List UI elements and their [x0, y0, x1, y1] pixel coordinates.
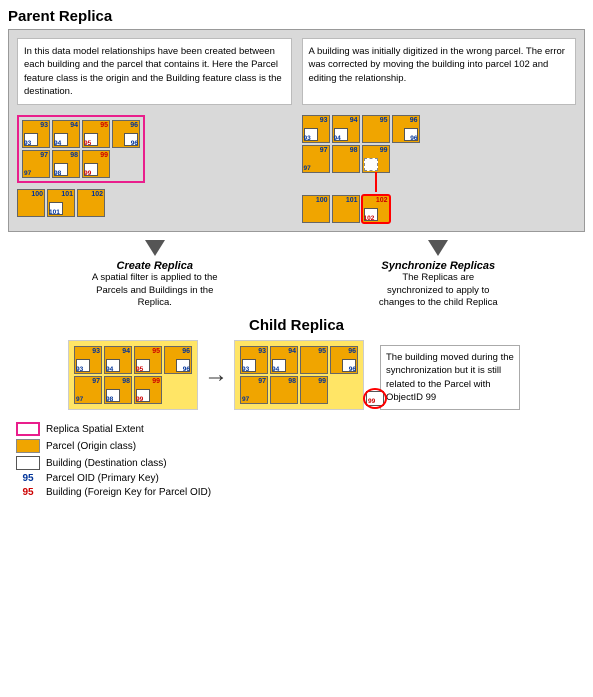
- child-replica-section: Child Replica 93 93 94 94 95: [8, 317, 585, 410]
- r-parcel-99: 99: [362, 145, 390, 173]
- parent-replica-box: In this data model relationships have be…: [8, 29, 585, 232]
- c-parcel-93: 93 93: [74, 346, 102, 374]
- parcel-98: 98 98: [52, 150, 80, 178]
- parcel-102: 102: [77, 189, 105, 217]
- cr-parcel-97: 97 97: [240, 376, 268, 404]
- red-circle-102: [361, 194, 391, 224]
- lower-parcels-left: 100 101 101 102: [17, 189, 292, 217]
- arrow-right-title: Synchronize Replicas: [381, 260, 495, 272]
- legend-parcel-oid-num: 95: [16, 473, 40, 484]
- child-row1: 93 93 94 94 95 95 96: [74, 346, 192, 374]
- c-parcel-96: 96 96: [164, 346, 192, 374]
- parcel-row-2: 97 97 98 98 99 99: [22, 150, 140, 178]
- cr-parcel-95: 95: [300, 346, 328, 374]
- legend-building-label: Building (Destination class): [46, 458, 167, 469]
- arrow-left-title: Create Replica: [117, 260, 193, 272]
- parcel-96: 96 96: [112, 120, 140, 148]
- r-parcel-95: 95: [362, 115, 390, 143]
- child-left-diagram: 93 93 94 94 95 95 96: [68, 340, 198, 410]
- arrow-left-block: Create Replica A spatial filter is appli…: [18, 240, 292, 309]
- arrow-right-down: [428, 240, 448, 256]
- callout-box: The building moved during the synchroniz…: [380, 345, 520, 410]
- legend-item-spatial: Replica Spatial Extent: [16, 422, 585, 436]
- lower-parcels-right: 100 101 102 102: [302, 195, 577, 223]
- c-parcel-94: 94 94: [104, 346, 132, 374]
- parcel-93: 93 93: [22, 120, 50, 148]
- left-diagram-group: 93 93 94 94 95 95: [17, 115, 292, 217]
- cr-parcel-99: 99: [300, 376, 328, 404]
- arrows-section: Create Replica A spatial filter is appli…: [8, 240, 585, 309]
- c-parcel-97: 97 97: [74, 376, 102, 404]
- c-parcel-95: 95 95: [134, 346, 162, 374]
- c-parcel-99: 99 99: [134, 376, 162, 404]
- parcel-97: 97 97: [22, 150, 50, 178]
- cr-parcel-96: 96 96: [330, 346, 358, 374]
- cr-parcel-98: 98: [270, 376, 298, 404]
- r-parcel-96: 96 96: [392, 115, 420, 143]
- legend-parcel-label: Parcel (Origin class): [46, 441, 136, 452]
- parcel-94: 94 94: [52, 120, 80, 148]
- child-content: 93 93 94 94 95 95 96: [68, 340, 585, 410]
- cr-row2: 97 97 98 99: [240, 376, 358, 404]
- arrow-right-text: The Replicas are synchronized to apply t…: [373, 272, 503, 309]
- legend-building-icon: [16, 456, 40, 470]
- r-parcel-97: 97 97: [302, 145, 330, 173]
- parent-replica-title: Parent Replica: [8, 8, 585, 25]
- r-parcel-94: 94 94: [332, 115, 360, 143]
- right-parcel-row-2: 97 97 98 99: [302, 145, 577, 173]
- cr-row1: 93 93 94 94 95 96: [240, 346, 358, 374]
- child-right-area: 93 93 94 94 95 96: [234, 340, 364, 410]
- r-parcel-93: 93 93: [302, 115, 330, 143]
- info-box-right: A building was initially digitized in th…: [302, 38, 577, 105]
- legend-item-building-fk: 95 Building (Foreign Key for Parcel OID): [16, 487, 585, 498]
- parcel-row-1: 93 93 94 94 95 95: [22, 120, 140, 148]
- parcel-99: 99 99: [82, 150, 110, 178]
- legend-section: Replica Spatial Extent Parcel (Origin cl…: [16, 422, 585, 498]
- right-diagram-group: 93 93 94 94 95 96 96: [302, 115, 577, 223]
- right-parcel-row-1: 93 93 94 94 95 96 96: [302, 115, 577, 143]
- parcel-101: 101 101: [47, 189, 75, 217]
- legend-item-building: Building (Destination class): [16, 456, 585, 470]
- c-parcel-98: 98 98: [104, 376, 132, 404]
- legend-spatial-icon: [16, 422, 40, 436]
- building-outside: 99: [366, 391, 384, 406]
- legend-parcel-oid-label: Parcel OID (Primary Key): [46, 473, 159, 484]
- legend-item-parcel-oid: 95 Parcel OID (Primary Key): [16, 473, 585, 484]
- info-box-left: In this data model relationships have be…: [17, 38, 292, 105]
- parent-diagrams-row: 93 93 94 94 95 95: [17, 115, 576, 223]
- child-row2: 97 97 98 98 99 99: [74, 376, 192, 404]
- parent-top-row: In this data model relationships have be…: [17, 38, 576, 105]
- r-parcel-102: 102 102: [362, 195, 390, 223]
- legend-parcel-icon: [16, 439, 40, 453]
- arrow-right-block: Synchronize Replicas The Replicas are sy…: [302, 240, 576, 309]
- arrow-left-text: A spatial filter is applied to the Parce…: [90, 272, 220, 309]
- arrow-left-down: [145, 240, 165, 256]
- cr-parcel-94: 94 94: [270, 346, 298, 374]
- r-parcel-98: 98: [332, 145, 360, 173]
- legend-item-parcel: Parcel (Origin class): [16, 439, 585, 453]
- red-line: [375, 172, 377, 192]
- parcel-100: 100: [17, 189, 45, 217]
- legend-building-fk-label: Building (Foreign Key for Parcel OID): [46, 487, 211, 498]
- r-parcel-100: 100: [302, 195, 330, 223]
- child-right-diagram: 93 93 94 94 95 96: [234, 340, 364, 410]
- legend-building-fk-num: 95: [16, 487, 40, 498]
- pink-border-box: 93 93 94 94 95 95: [17, 115, 145, 183]
- child-arrow-right: →: [204, 361, 228, 389]
- main-container: Parent Replica In this data model relati…: [0, 0, 593, 506]
- parcel-95: 95 95: [82, 120, 110, 148]
- r-parcel-101: 101: [332, 195, 360, 223]
- child-replica-title: Child Replica: [8, 317, 585, 334]
- cr-parcel-93: 93 93: [240, 346, 268, 374]
- legend-spatial-label: Replica Spatial Extent: [46, 424, 144, 435]
